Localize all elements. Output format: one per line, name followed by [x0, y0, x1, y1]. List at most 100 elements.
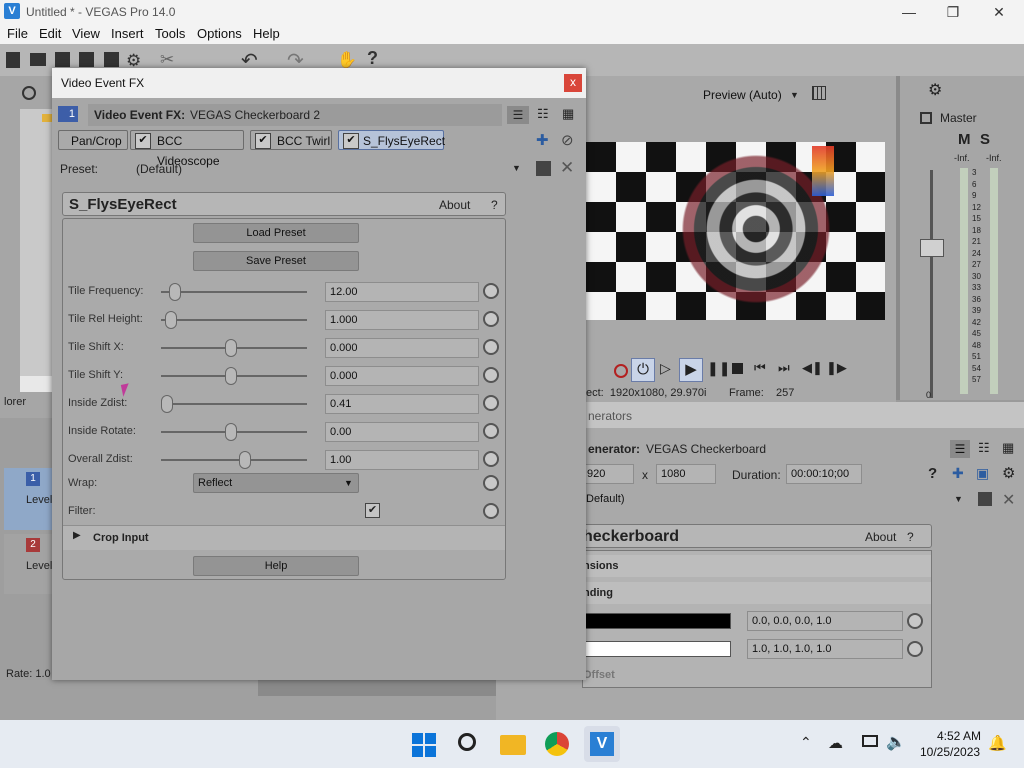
question-link[interactable]: ?: [491, 198, 498, 212]
search-icon[interactable]: [458, 733, 476, 751]
menu-view[interactable]: View: [72, 26, 100, 41]
load-preset-button[interactable]: Load Preset: [193, 223, 359, 243]
delete-preset-icon[interactable]: ✕: [1002, 490, 1015, 510]
filter-keyframe-icon[interactable]: [483, 503, 499, 519]
param-value-field[interactable]: 0.000: [325, 366, 479, 386]
hand-icon[interactable]: ✋: [337, 50, 357, 70]
chevron-down-icon[interactable]: ▼: [512, 163, 521, 173]
next-frame-icon[interactable]: ❚▶: [826, 360, 847, 376]
save-icon[interactable]: [55, 52, 70, 67]
list-view-icon[interactable]: ☰: [950, 440, 970, 458]
section-blending[interactable]: nding: [583, 582, 931, 604]
menu-options[interactable]: Options: [197, 26, 242, 41]
vegas-taskbar-icon[interactable]: V: [584, 726, 620, 762]
remove-plugin-icon[interactable]: ⊘: [561, 131, 574, 149]
grid-icon[interactable]: [812, 86, 826, 100]
help-icon[interactable]: ?: [367, 48, 378, 69]
param-value-field[interactable]: 1.00: [325, 450, 479, 470]
list-view-icon[interactable]: ☰: [507, 106, 529, 124]
new-file-icon[interactable]: [6, 52, 20, 68]
explorer-scrollbar[interactable]: [20, 376, 54, 392]
chrome-icon[interactable]: [545, 732, 569, 756]
param-value-field[interactable]: 0.000: [325, 338, 479, 358]
menu-tools[interactable]: Tools: [155, 26, 185, 41]
next-marker-icon[interactable]: ⏭: [778, 360, 790, 376]
tab-s-flyseyerect[interactable]: ✔ S_FlysEyeRect: [338, 130, 445, 150]
cloud-icon[interactable]: ☁: [828, 734, 843, 752]
keyframe-clock-icon[interactable]: [483, 367, 499, 383]
color1-swatch[interactable]: [583, 613, 731, 629]
about-link[interactable]: About: [439, 198, 470, 212]
minimize-button[interactable]: —: [886, 0, 932, 24]
explorer-tab[interactable]: lorer: [4, 396, 26, 408]
color2-keyframe-icon[interactable]: [907, 641, 923, 657]
close-window-button[interactable]: ✕: [976, 0, 1022, 24]
preview-mode-chevron-icon[interactable]: ▼: [790, 90, 799, 100]
color2-swatch[interactable]: [583, 641, 731, 657]
generator-preset-dropdown[interactable]: Default): [582, 490, 968, 510]
dialog-close-button[interactable]: x: [564, 74, 582, 92]
keyframe-clock-icon[interactable]: [483, 339, 499, 355]
duration-field[interactable]: 00:00:10;00: [786, 464, 862, 484]
help-icon[interactable]: ?: [928, 465, 937, 482]
param-slider-track[interactable]: [161, 291, 307, 293]
param-value-field[interactable]: 12.00: [325, 282, 479, 302]
wrap-keyframe-icon[interactable]: [483, 475, 499, 491]
play-icon[interactable]: ▶: [679, 358, 703, 382]
param-slider-thumb[interactable]: [169, 283, 181, 301]
save-preset-button[interactable]: Save Preset: [193, 251, 359, 271]
master-mute[interactable]: M: [958, 131, 971, 148]
pause-icon[interactable]: ❚❚: [707, 360, 730, 377]
grid-view-icon[interactable]: ▦: [1002, 440, 1014, 456]
plug-chain-icon[interactable]: ✚: [536, 131, 549, 149]
clock-time[interactable]: 4:52 AM: [937, 729, 981, 743]
checkbox-icon[interactable]: ✔: [255, 133, 271, 149]
prev-marker-icon[interactable]: ⏮: [754, 360, 766, 376]
master-fader[interactable]: [920, 239, 944, 257]
param-slider-thumb[interactable]: [225, 339, 237, 357]
search-icon[interactable]: [22, 86, 36, 100]
screen-icon[interactable]: ▣: [976, 465, 989, 482]
open-folder-icon[interactable]: [30, 53, 46, 66]
preview-mode-dropdown[interactable]: Preview (Auto): [703, 88, 782, 102]
menu-edit[interactable]: Edit: [39, 26, 61, 41]
wrap-dropdown[interactable]: Reflect ▼: [193, 473, 359, 493]
clock-date[interactable]: 10/25/2023: [920, 745, 980, 759]
keyframe-clock-icon[interactable]: [483, 283, 499, 299]
filter-checkbox[interactable]: ✔: [365, 503, 380, 518]
tab-pan-crop[interactable]: Pan/Crop: [58, 130, 128, 150]
menu-help[interactable]: Help: [253, 26, 280, 41]
param-slider-track[interactable]: [161, 459, 307, 461]
windows-start-icon[interactable]: [412, 733, 436, 757]
save-preset-icon[interactable]: [536, 161, 551, 176]
param-value-field[interactable]: 0.00: [325, 422, 479, 442]
generator-about-link[interactable]: About: [865, 530, 896, 544]
param-slider-thumb[interactable]: [225, 367, 237, 385]
section-dimensions[interactable]: nsions: [583, 555, 931, 577]
grid-view-icon[interactable]: ▦: [562, 106, 574, 122]
checkbox-icon[interactable]: ✔: [135, 133, 151, 149]
save-as-icon[interactable]: [79, 52, 94, 67]
maximize-button[interactable]: ❐: [930, 0, 976, 24]
color1-keyframe-icon[interactable]: [907, 613, 923, 629]
pin-icon[interactable]: ✚: [952, 465, 964, 482]
detail-view-icon[interactable]: ☷: [978, 440, 990, 456]
param-slider-thumb[interactable]: [165, 311, 177, 329]
preset-dropdown[interactable]: (Default) ▼: [134, 159, 524, 179]
save-preset-icon[interactable]: [978, 492, 992, 506]
notification-bell-icon[interactable]: 🔔: [988, 734, 1007, 752]
help-button[interactable]: Help: [193, 556, 359, 576]
section-offset[interactable]: Offset: [583, 669, 615, 681]
volume-icon[interactable]: 🔈: [886, 732, 906, 752]
keyframe-clock-icon[interactable]: [483, 311, 499, 327]
param-slider-track[interactable]: [161, 319, 307, 321]
chevron-down-icon[interactable]: ▼: [954, 494, 963, 504]
param-slider-thumb[interactable]: [161, 395, 173, 413]
master-toggle-icon[interactable]: [920, 112, 932, 124]
param-slider-thumb[interactable]: [225, 423, 237, 441]
network-icon[interactable]: [862, 735, 878, 747]
keyframe-clock-icon[interactable]: [483, 451, 499, 467]
gear-icon[interactable]: ⚙: [1002, 464, 1015, 482]
track-2-header[interactable]: 2 Level: [4, 534, 54, 594]
param-value-field[interactable]: 1.000: [325, 310, 479, 330]
